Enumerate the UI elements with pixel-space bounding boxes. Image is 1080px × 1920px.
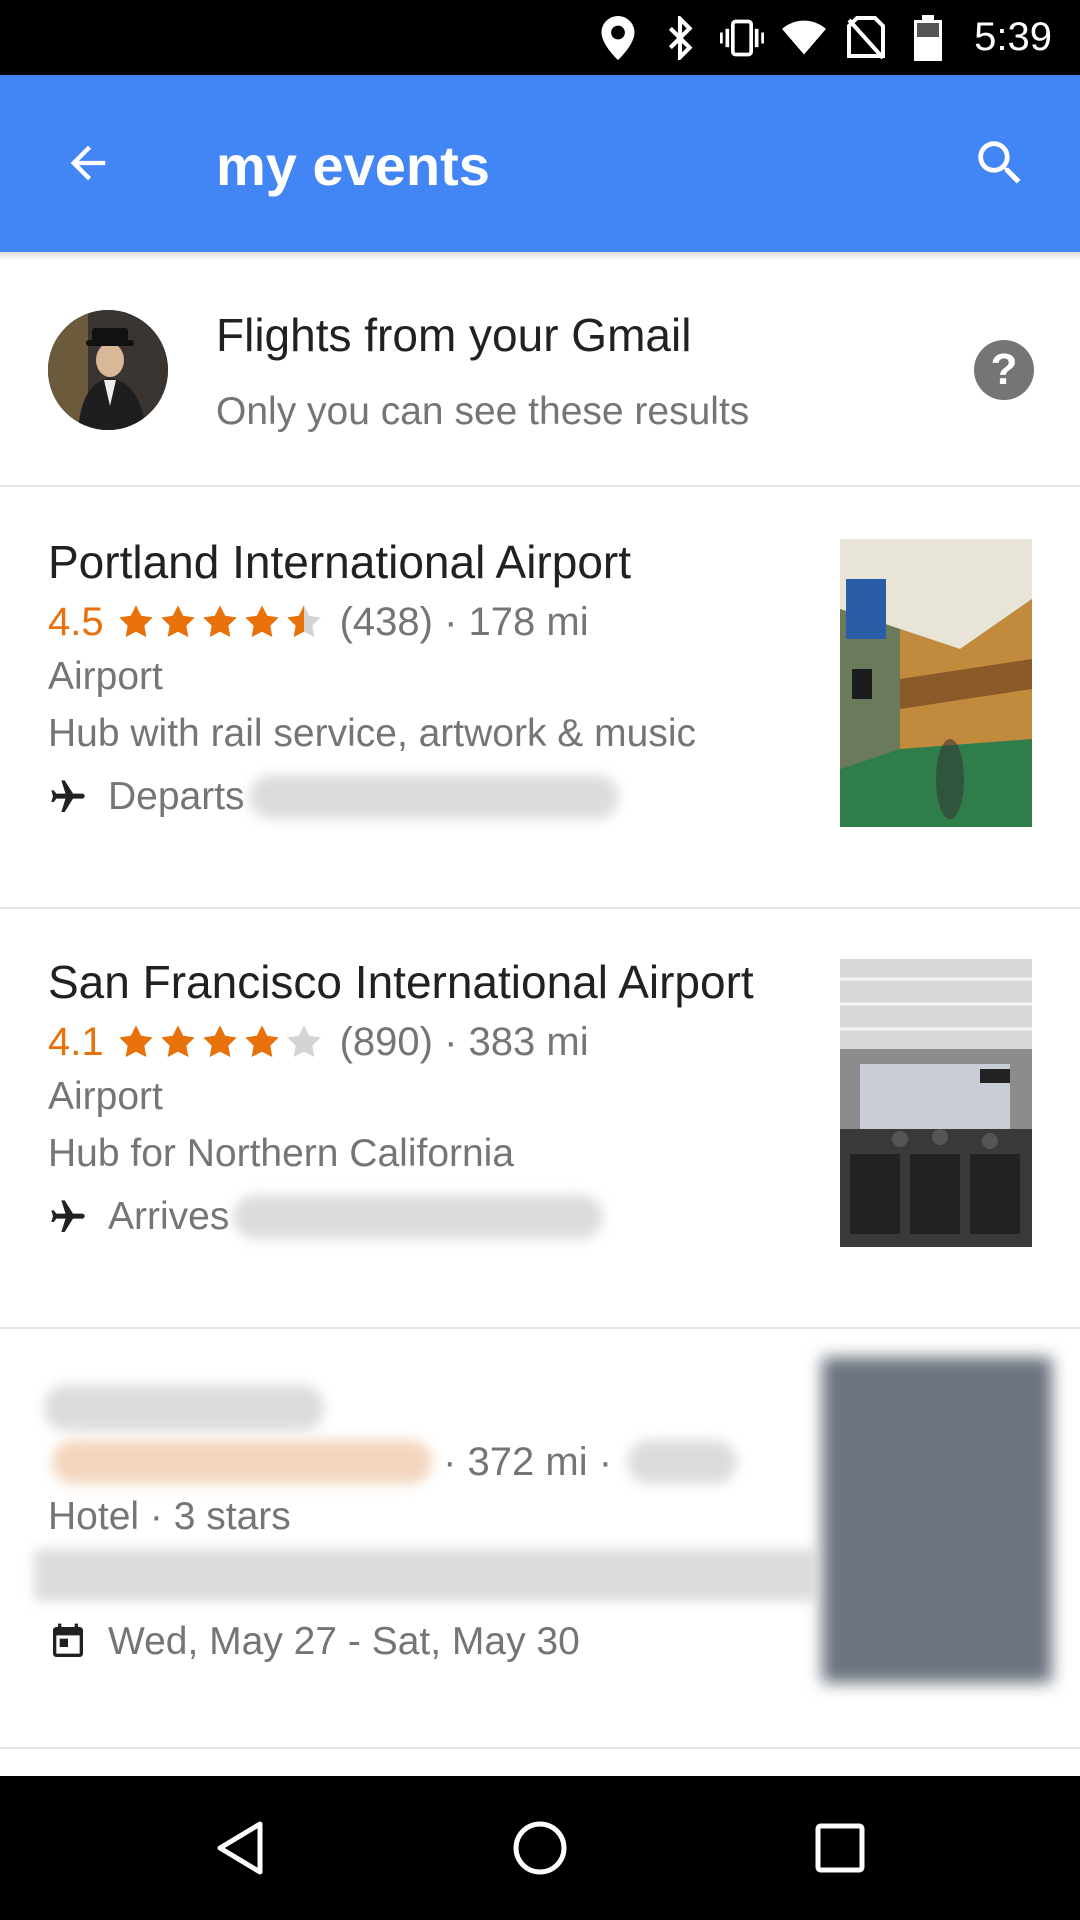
separator: ·: [432, 1439, 468, 1484]
app-bar-shadow: [0, 252, 1080, 260]
wifi-icon: [782, 16, 827, 60]
review-count: (438): [339, 599, 433, 644]
airplane-icon: [51, 780, 85, 812]
star-icon: [286, 1025, 321, 1058]
star-icon: [244, 605, 279, 638]
event-card-hotel[interactable]: · 372 mi · Hotel · 3 stars Wed, May 27 -…: [0, 1327, 1080, 1749]
gmail-header-title: Flights from your Gmail: [216, 309, 692, 361]
stay-dates: Wed, May 27 - Sat, May 30: [108, 1620, 580, 1663]
star-icon: [202, 1025, 237, 1058]
star-icon: [160, 1025, 195, 1058]
redacted-flight-time: [233, 1195, 604, 1239]
back-arrow-icon[interactable]: [52, 127, 124, 199]
gmail-header-subtitle: Only you can see these results: [216, 390, 750, 433]
home-circle-icon[interactable]: [500, 1808, 580, 1888]
search-icon[interactable]: [964, 127, 1036, 199]
no-sim-icon: [844, 15, 888, 60]
navigation-bar: [0, 1776, 1080, 1920]
place-photo[interactable]: [840, 959, 1032, 1247]
event-card-san-francisco[interactable]: San Francisco International Airport 4.1 …: [0, 907, 1080, 1329]
distance: 178 mi: [468, 599, 589, 644]
rating-row: 4.5 (438) · 178 mi: [48, 597, 589, 647]
place-type: Airport: [48, 1075, 163, 1118]
bluetooth-icon: [658, 15, 702, 60]
help-icon[interactable]: ?: [974, 340, 1034, 400]
distance: 383 mi: [468, 1019, 589, 1064]
star-icon: [118, 605, 153, 638]
star-icon: [118, 1025, 153, 1058]
place-photo[interactable]: [840, 539, 1032, 827]
redacted-hotel-name: [44, 1385, 324, 1431]
event-title: Portland International Airport: [48, 536, 632, 588]
calendar-icon: [53, 1623, 83, 1657]
location-icon: [596, 15, 640, 60]
place-photo[interactable]: [822, 1357, 1052, 1683]
flight-row: Departs: [48, 772, 619, 822]
redacted-flight-time: [248, 775, 619, 819]
place-description: Hub with rail service, artwork & music: [48, 712, 696, 755]
event-card-portland[interactable]: Portland International Airport 4.5 (438)…: [0, 487, 1080, 909]
stay-dates-row: Wed, May 27 - Sat, May 30: [48, 1617, 580, 1667]
event-title: San Francisco International Airport: [48, 956, 754, 1008]
redacted-description: [34, 1549, 814, 1601]
separator: ·: [433, 599, 469, 644]
airplane-icon: [51, 1200, 85, 1232]
place-description: Hub for Northern California: [48, 1132, 515, 1175]
rating-value: 4.1: [48, 1019, 104, 1064]
vibrate-icon: [720, 16, 765, 60]
rating-value: 4.5: [48, 599, 104, 644]
rating-row: · 372 mi ·: [48, 1437, 738, 1487]
status-icons: 5:39: [596, 0, 1052, 75]
star-icon: [202, 605, 237, 638]
rating-row: 4.1 (890) · 383 mi: [48, 1017, 589, 1067]
clock: 5:39: [974, 15, 1052, 59]
star-icon: [244, 1025, 279, 1058]
flight-row: Arrives: [48, 1192, 604, 1242]
place-type: Hotel · 3 stars: [48, 1495, 291, 1538]
recents-square-icon[interactable]: [800, 1808, 880, 1888]
battery-icon: [906, 14, 950, 61]
back-triangle-icon[interactable]: [200, 1808, 280, 1888]
redacted-price: [627, 1440, 738, 1484]
avatar[interactable]: [48, 310, 168, 430]
status-bar: 5:39: [0, 0, 1080, 75]
flight-label: Departs: [108, 775, 245, 818]
page-title: my events: [216, 134, 490, 197]
separator: ·: [433, 1019, 469, 1064]
rating-stars: [116, 602, 326, 642]
review-count: (890): [339, 1019, 433, 1064]
star-icon: [160, 605, 195, 638]
distance: 372 mi: [467, 1439, 588, 1484]
star-icon: [286, 605, 321, 638]
place-type: Airport: [48, 655, 163, 698]
redacted-rating: [52, 1440, 432, 1484]
rating-stars: [116, 1022, 326, 1062]
flight-label: Arrives: [108, 1195, 230, 1238]
app-bar: my events: [0, 75, 1080, 252]
gmail-flights-header: Flights from your Gmail Only you can see…: [0, 260, 1080, 487]
separator: ·: [587, 1439, 624, 1484]
